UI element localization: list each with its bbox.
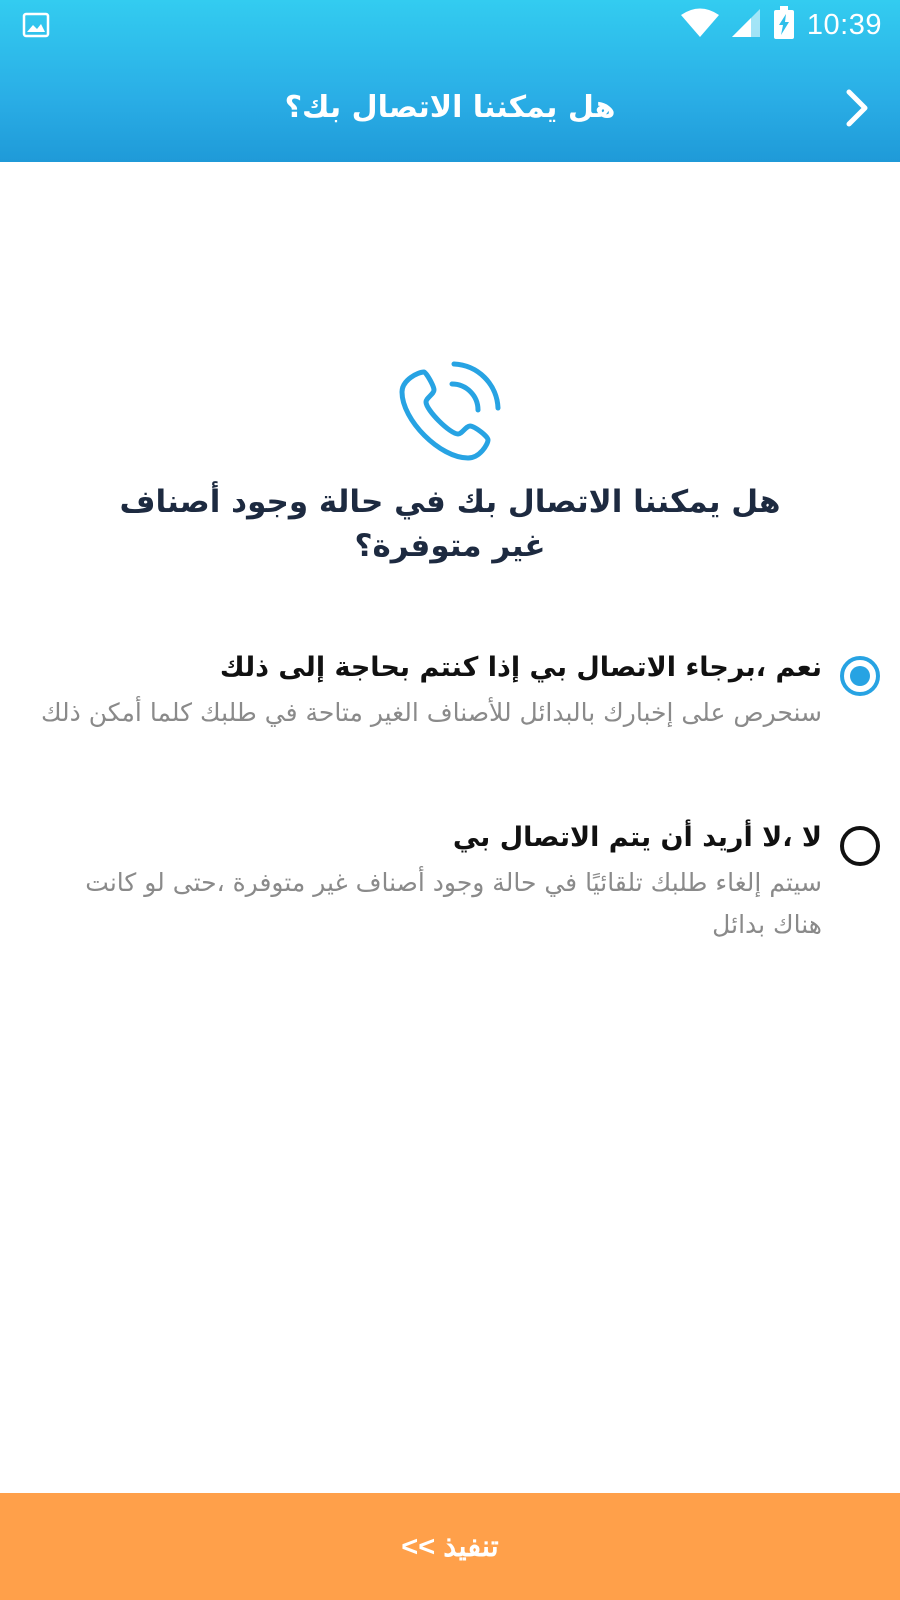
option-no-text: لا ،لا أريد أن يتم الاتصال بي سيتم إلغاء… <box>40 816 822 946</box>
status-icons: 10:39 <box>680 6 882 44</box>
gallery-icon <box>22 12 50 38</box>
status-time: 10:39 <box>806 8 882 41</box>
phone-ringing-icon <box>394 358 504 468</box>
radio-yes[interactable] <box>840 656 880 696</box>
question-title: هل يمكننا الاتصال بك في حالة وجود أصناف … <box>119 484 781 564</box>
option-no[interactable]: لا ،لا أريد أن يتم الاتصال بي سيتم إلغاء… <box>40 816 880 946</box>
screen: 10:39 هل يمكننا الاتصال بك؟ هل يمكننا ال… <box>0 0 900 1600</box>
option-yes-description: سنحرص على إخبارك بالبدائل للأصناف الغير … <box>40 698 822 727</box>
back-button[interactable] <box>832 82 882 138</box>
status-bar: 10:39 <box>0 0 900 50</box>
option-yes-label: نعم ،برجاء الاتصال بي إذا كنتم بحاجة إلى… <box>219 652 822 683</box>
radio-no[interactable] <box>840 826 880 866</box>
toolbar-title: هل يمكننا الاتصال بك؟ <box>284 90 616 125</box>
option-yes-text: نعم ،برجاء الاتصال بي إذا كنتم بحاجة إلى… <box>40 646 822 734</box>
option-no-description: سيتم إلغاء طلبك تلقائيًا في حالة وجود أص… <box>85 868 822 939</box>
toolbar: هل يمكننا الاتصال بك؟ <box>0 60 900 160</box>
chevron-right-icon <box>844 88 870 132</box>
submit-button[interactable]: تنفيذ >> <box>0 1493 900 1600</box>
option-yes[interactable]: نعم ،برجاء الاتصال بي إذا كنتم بحاجة إلى… <box>40 646 880 734</box>
header: 10:39 هل يمكننا الاتصال بك؟ <box>0 0 900 162</box>
battery-charging-icon <box>773 6 795 44</box>
cell-signal-icon <box>731 8 761 42</box>
wifi-icon <box>680 8 719 42</box>
option-no-label: لا ،لا أريد أن يتم الاتصال بي <box>452 822 822 853</box>
